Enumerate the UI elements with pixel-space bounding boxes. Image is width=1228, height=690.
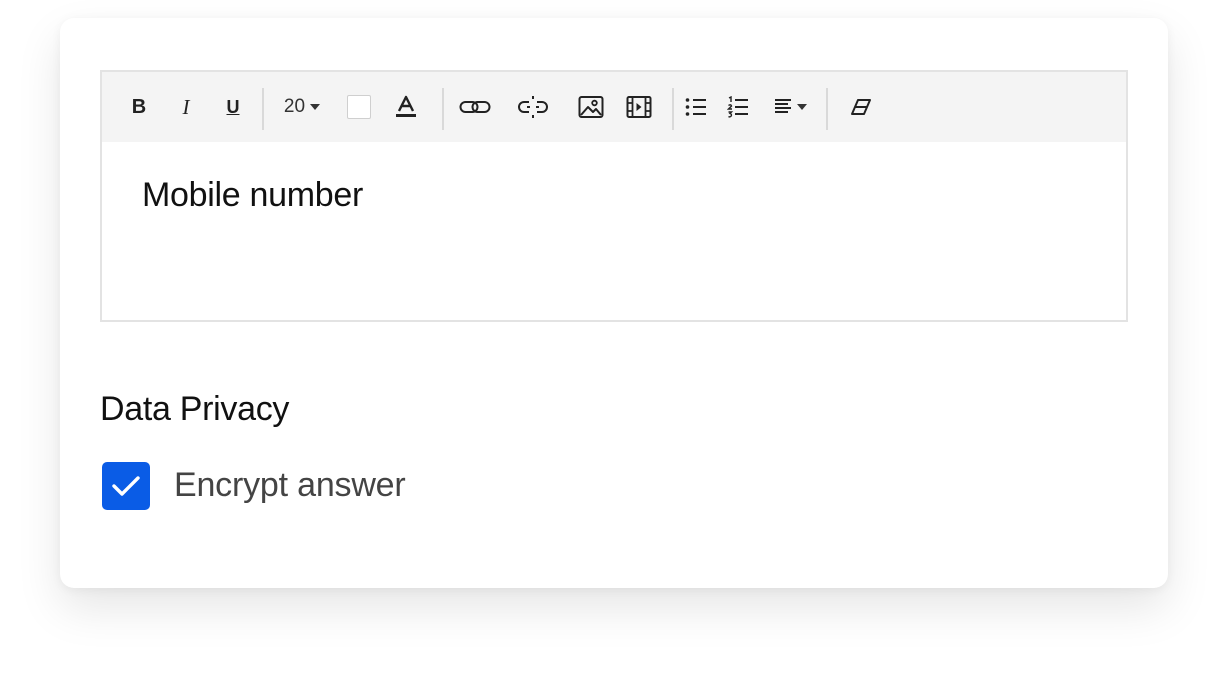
encrypt-answer-checkbox[interactable] <box>102 462 150 510</box>
toolbar-divider <box>672 88 674 130</box>
bold-button[interactable]: B <box>126 91 152 123</box>
editor-text: Mobile number <box>142 176 363 214</box>
checkmark-icon <box>112 476 140 496</box>
remove-link-button[interactable] <box>516 91 550 123</box>
insert-link-button[interactable] <box>458 91 492 123</box>
image-icon <box>578 96 604 118</box>
background-color-button[interactable] <box>345 91 373 123</box>
numbered-list-icon <box>727 96 748 118</box>
bullet-list-icon <box>685 98 706 116</box>
toolbar-divider <box>262 88 264 130</box>
video-icon <box>626 96 652 118</box>
underline-button[interactable]: U <box>220 91 246 123</box>
toolbar-divider <box>442 88 444 130</box>
unlink-icon <box>518 96 548 118</box>
editor-toolbar: B I U 20 <box>102 72 1126 142</box>
encrypt-answer-label[interactable]: Encrypt answer <box>174 466 406 505</box>
font-size-dropdown[interactable]: 20 <box>278 91 326 123</box>
bullet-list-button[interactable] <box>682 91 710 123</box>
editor-content-area[interactable]: Mobile number <box>102 142 1126 320</box>
insert-image-button[interactable] <box>576 91 606 123</box>
align-dropdown[interactable] <box>770 91 810 123</box>
chevron-down-icon <box>796 104 807 110</box>
text-color-icon <box>396 95 416 117</box>
form-card: B I U 20 Mobile number Data Privacy Encr… <box>60 18 1168 588</box>
insert-video-button[interactable] <box>624 91 654 123</box>
data-privacy-heading: Data Privacy <box>100 390 290 428</box>
italic-button[interactable]: I <box>174 91 198 123</box>
numbered-list-button[interactable] <box>724 91 752 123</box>
color-swatch-icon <box>347 95 371 119</box>
toolbar-divider <box>826 88 828 130</box>
chevron-down-icon <box>310 104 321 110</box>
font-size-value: 20 <box>283 96 306 117</box>
clear-formatting-button[interactable] <box>846 91 876 123</box>
link-icon <box>459 101 491 113</box>
align-left-icon <box>774 99 791 113</box>
rich-text-editor: B I U 20 Mobile number <box>100 70 1128 322</box>
eraser-icon <box>851 99 871 115</box>
text-color-button[interactable] <box>392 91 420 123</box>
